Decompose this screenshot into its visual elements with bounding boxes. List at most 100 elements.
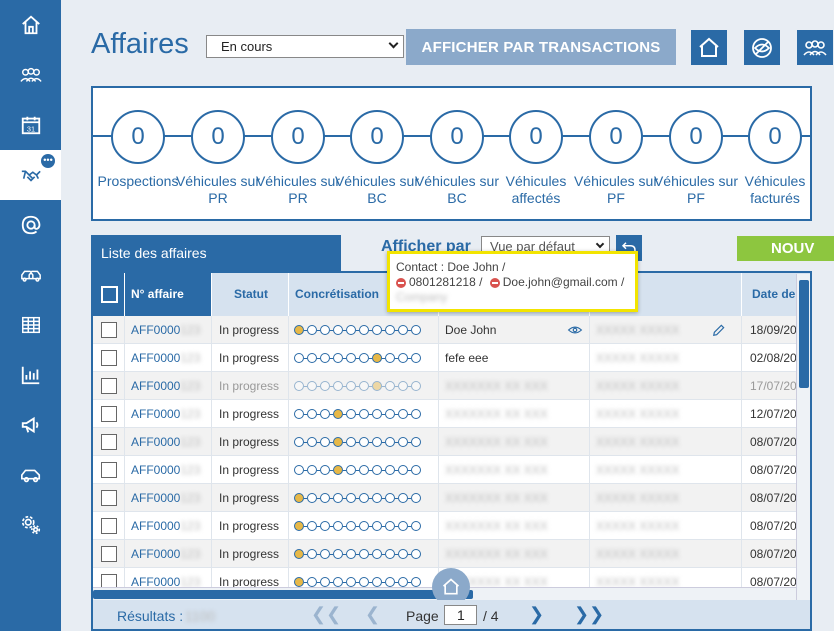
- sidebar-item-stats[interactable]: [0, 350, 61, 400]
- scroll-thumb[interactable]: [93, 590, 473, 599]
- stage-pf-2[interactable]: 0 Véhicules sur PF: [654, 88, 738, 219]
- step-dot: [359, 353, 369, 363]
- col-numero[interactable]: N° affaire: [125, 273, 212, 316]
- row-checkbox[interactable]: [101, 378, 117, 394]
- sidebar-item-contacts[interactable]: [0, 50, 61, 100]
- scroll-thumb[interactable]: [799, 280, 809, 388]
- seller-cell: XXXXX XXXXX: [590, 400, 742, 428]
- stage-label: Véhicules affectés: [505, 173, 567, 206]
- col-statut[interactable]: Statut: [212, 273, 289, 316]
- table-row[interactable]: AFF0000123 In progress XXXXXXX XX XXX XXXXX…: [93, 456, 810, 484]
- stage-affectes[interactable]: 0 Véhicules affectés: [496, 88, 576, 219]
- status-select[interactable]: En cours: [206, 35, 404, 58]
- step-dot: [372, 521, 382, 531]
- contact-cell[interactable]: XXXXXXX XX XXX: [439, 456, 590, 484]
- page-input[interactable]: 1: [444, 605, 477, 625]
- seller-name-hidden: XXXXX XXXXX: [596, 547, 680, 561]
- step-dot: [411, 409, 421, 419]
- concretisation-cell: [289, 316, 439, 344]
- sidebar-item-table[interactable]: [0, 300, 61, 350]
- stage-pf-1[interactable]: 0 Véhicules sur PF: [574, 88, 658, 219]
- affaire-number[interactable]: AFF0000123: [125, 372, 212, 400]
- next-page-button[interactable]: ❯: [529, 604, 544, 625]
- step-dot: [320, 381, 330, 391]
- pencil-icon[interactable]: [712, 323, 726, 337]
- sidebar-item-calendar[interactable]: 31: [0, 100, 61, 150]
- contact-cell[interactable]: Doe John: [439, 316, 590, 344]
- step-dot: [411, 353, 421, 363]
- contact-cell[interactable]: XXXXXXX XX XXX: [439, 512, 590, 540]
- contact-cell[interactable]: XXXXXXX XX XXX: [439, 540, 590, 568]
- table-row[interactable]: AFF0000123 In progress XXXXXXX XX XXX XXXXX…: [93, 428, 810, 456]
- step-dot: [320, 409, 330, 419]
- step-dot: [346, 325, 356, 335]
- new-affaire-button[interactable]: NOUV: [737, 236, 834, 261]
- concretisation-cell: [289, 428, 439, 456]
- seller-cell: XXXXX XXXXX: [590, 316, 742, 344]
- group-view-button[interactable]: [797, 30, 833, 65]
- sidebar-item-home[interactable]: [0, 0, 61, 50]
- contact-cell[interactable]: XXXXXXX XX XXX: [439, 400, 590, 428]
- affaire-number[interactable]: AFF0000123: [125, 344, 212, 372]
- stage-count: 0: [669, 110, 723, 164]
- row-checkbox[interactable]: [101, 518, 117, 534]
- table-row[interactable]: AFF0000123 In progress XXXXXXX XX XXX XXXXX…: [93, 372, 810, 400]
- contact-cell[interactable]: XXXXXXX XX XXX: [439, 372, 590, 400]
- table-row[interactable]: AFF0000123 In progress XXXXXXX XX XXX XXXXX…: [93, 400, 810, 428]
- affaire-number[interactable]: AFF0000123: [125, 428, 212, 456]
- table-row[interactable]: AFF0000123 In progress XXXXXXX XX XXX XXXXX…: [93, 540, 810, 568]
- stage-bc-2[interactable]: 0 Véhicules sur BC: [415, 88, 499, 219]
- sidebar-item-email[interactable]: [0, 200, 61, 250]
- table-row[interactable]: AFF0000123 In progress Doe John XXXXX XXXXX…: [93, 316, 810, 344]
- step-dot: [385, 409, 395, 419]
- affaire-number[interactable]: AFF0000123: [125, 400, 212, 428]
- table-row[interactable]: AFF0000123 In progress XXXXXXX XX XXX XXXXX…: [93, 512, 810, 540]
- last-page-button[interactable]: ❯❯: [574, 604, 604, 625]
- table-row[interactable]: AFF0000123 In progress XXXXXXX XX XXX XXXXX…: [93, 484, 810, 512]
- step-dot: [320, 549, 330, 559]
- row-checkbox[interactable]: [101, 406, 117, 422]
- show-by-transactions-button[interactable]: AFFICHER PAR TRANSACTIONS: [406, 29, 676, 65]
- row-checkbox[interactable]: [101, 462, 117, 478]
- row-checkbox[interactable]: [101, 322, 117, 338]
- contact-cell[interactable]: XXXXXXX XX XXX: [439, 428, 590, 456]
- row-checkbox[interactable]: [101, 350, 117, 366]
- affaire-number[interactable]: AFF0000123: [125, 540, 212, 568]
- sidebar-item-settings[interactable]: [0, 500, 61, 550]
- table-row[interactable]: AFF0000123 In progress fefe eee XXXXX XXXXX…: [93, 344, 810, 372]
- prev-page-button[interactable]: ❮: [365, 604, 380, 625]
- step-dot: [320, 577, 330, 587]
- sidebar-item-fleet[interactable]: [0, 250, 61, 300]
- home-view-button[interactable]: [691, 30, 727, 65]
- sidebar-item-vehicles[interactable]: [0, 450, 61, 500]
- contact-cell[interactable]: XXXXXXX XX XXX: [439, 484, 590, 512]
- affaire-number[interactable]: AFF0000123: [125, 316, 212, 344]
- step-dot: [346, 437, 356, 447]
- affaire-number[interactable]: AFF0000123: [125, 484, 212, 512]
- hide-button[interactable]: [744, 30, 780, 65]
- row-checkbox[interactable]: [101, 546, 117, 562]
- sidebar-item-marketing[interactable]: [0, 400, 61, 450]
- row-checkbox[interactable]: [101, 434, 117, 450]
- step-dot: [398, 465, 408, 475]
- stage-pr-2[interactable]: 0 Véhicules sur PR: [256, 88, 340, 219]
- settings-icon: [21, 515, 40, 535]
- stage-prospections[interactable]: 0 Prospections: [98, 88, 178, 219]
- sidebar-item-affaires[interactable]: •••: [0, 150, 61, 200]
- stage-bc-1[interactable]: 0 Véhicules sur BC: [335, 88, 419, 219]
- vertical-scrollbar[interactable]: [796, 274, 810, 602]
- first-page-button[interactable]: ❮❮: [311, 604, 341, 625]
- stage-pr-1[interactable]: 0 Véhicules sur PR: [176, 88, 260, 219]
- affaire-number[interactable]: AFF0000123: [125, 512, 212, 540]
- affaire-number[interactable]: AFF0000123: [125, 456, 212, 484]
- row-checkbox[interactable]: [101, 490, 117, 506]
- status-cell: In progress: [212, 316, 289, 344]
- step-dot: [307, 437, 317, 447]
- contact-cell[interactable]: fefe eee: [439, 344, 590, 372]
- step-dot: [333, 549, 343, 559]
- step-dot: [398, 381, 408, 391]
- step-dot: [320, 493, 330, 503]
- select-all-checkbox[interactable]: [101, 286, 118, 303]
- stage-factures[interactable]: 0 Véhicules facturés: [735, 88, 810, 219]
- eye-icon[interactable]: [567, 323, 583, 337]
